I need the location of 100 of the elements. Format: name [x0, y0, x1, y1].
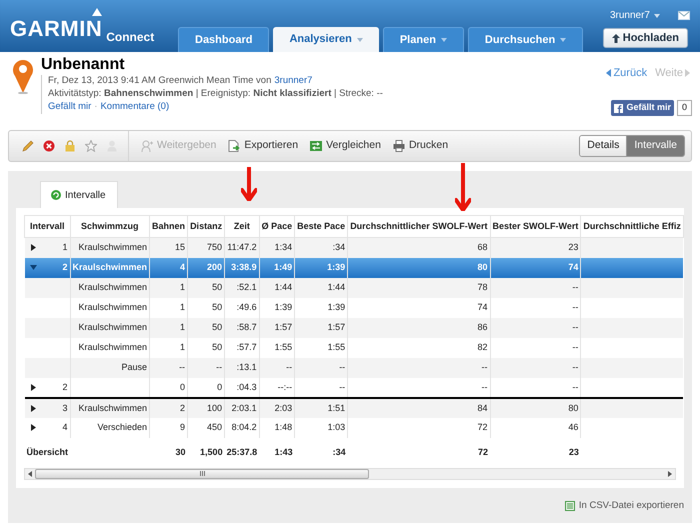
table-row[interactable]: Kraulschwimmen 1 50 :57.7 1:55 1:55 82 --: [24, 338, 684, 358]
table-cell: :58.7: [236, 322, 257, 332]
table-cell: 72: [478, 447, 488, 457]
table-cell: 1:43: [274, 447, 293, 457]
table-cell: Kraulschwimmen: [78, 302, 148, 312]
table-cell: 1: [180, 322, 186, 332]
table-cell: 68: [478, 242, 488, 252]
column-header[interactable]: Durchschnittlicher SWOLF-Wert: [348, 216, 490, 238]
table-cell: 2:03: [274, 402, 292, 412]
table-cell: 1,500: [200, 447, 223, 457]
table-cell: Verschieden: [98, 422, 148, 432]
table-cell: Pause: [122, 362, 148, 372]
delete-icon[interactable]: [43, 140, 55, 152]
right-arrow-icon: [668, 470, 672, 476]
table-cell: 2: [62, 262, 68, 273]
table-cell: 50: [212, 322, 222, 332]
csv-export-link[interactable]: In CSV-Datei exportieren: [564, 498, 684, 513]
table-row[interactable]: 1 Kraulschwimmen 15 750 11:47.2 1:34 :34 68 23: [24, 238, 684, 258]
expanded-arrow-icon: [30, 265, 36, 270]
facebook-icon: [614, 104, 624, 112]
horizontal-scrollbar[interactable]: [24, 468, 676, 480]
upload-button[interactable]: Hochladen: [602, 28, 688, 48]
table-cell: 0: [180, 382, 186, 392]
table-cell: 1: [62, 242, 68, 254]
table-row[interactable]: 2 Kraulschwimmen 4 200 3:38.9 1:49 1:39 80 74: [24, 258, 684, 278]
table-cell: 2: [180, 402, 186, 412]
table-cell: 86: [478, 322, 488, 332]
table-row[interactable]: Kraulschwimmen 1 50 :52.1 1:44 1:44 78 --: [24, 278, 684, 298]
table-cell: 8:04.2: [232, 422, 257, 432]
table-cell: 1:51: [328, 402, 346, 412]
toolbar-button[interactable]: Drucken: [392, 138, 448, 154]
table-cell: 2:03.1: [232, 402, 257, 412]
table-cell: --: [482, 382, 488, 392]
down-arrow-icon: [241, 167, 257, 201]
table-cell: --: [286, 362, 292, 372]
table-row[interactable]: 2 0 0 :04.3 --:-- -- -- --: [24, 378, 684, 398]
table-cell: 25:37.8: [226, 447, 258, 457]
triangle-icon: [92, 8, 102, 16]
table-cell: --: [572, 382, 578, 392]
left-arrow-icon: [606, 69, 612, 78]
toolbar-button[interactable]: Vergleichen: [310, 138, 381, 154]
nav-tab[interactable]: Durchsuchen: [468, 27, 584, 52]
table-cell: --: [482, 362, 488, 372]
table-cell: :52.1: [236, 282, 257, 292]
spreadsheet-icon: [564, 500, 575, 511]
table-cell: 1:48: [274, 422, 292, 432]
table-cell: 1:55: [274, 342, 292, 352]
table-cell: --: [216, 362, 222, 372]
table-cell: 78: [478, 282, 488, 292]
table-cell: 23: [568, 447, 579, 457]
star-icon[interactable]: [85, 140, 97, 152]
nav-tab[interactable]: Planen: [382, 27, 464, 52]
table-cell: 1:44: [274, 282, 292, 292]
table-cell: 3: [62, 402, 68, 414]
table-cell: :13.1: [236, 362, 257, 372]
table-cell: --: [339, 362, 346, 372]
table-cell: Kraulschwimmen: [78, 402, 148, 412]
left-arrow-icon: [28, 470, 32, 476]
table-row[interactable]: 3 Kraulschwimmen 2 100 2:03.1 2:03 1:51 84 80: [24, 398, 684, 418]
scrollbar-thumb[interactable]: [35, 468, 369, 478]
toolbar-button[interactable]: Exportieren: [228, 138, 298, 154]
table-cell: 74: [478, 302, 488, 312]
nav-tab[interactable]: Dashboard: [178, 27, 270, 52]
table-row[interactable]: Pause -- -- :13.1 -- -- -- --: [24, 358, 684, 378]
map-pin-icon: [12, 58, 34, 94]
table-cell: :49.6: [236, 302, 257, 312]
column-header[interactable]: Durchschnittliche Effiz: [580, 216, 684, 238]
author-link[interactable]: 3runner7: [274, 75, 312, 88]
view-toggle[interactable]: Details: [580, 136, 626, 156]
table-cell: :34: [332, 242, 346, 252]
table-cell: 750: [207, 242, 222, 252]
table-cell: 9: [180, 422, 186, 432]
table-cell: 46: [568, 422, 578, 432]
table-cell: Kraulschwimmen: [78, 242, 148, 252]
table-cell: :04.3: [236, 382, 257, 392]
collapsed-arrow-icon: [30, 404, 36, 412]
logo-subtext: Connect: [106, 31, 154, 43]
pencil-icon[interactable]: [22, 140, 34, 152]
table-cell: 30: [176, 447, 186, 457]
lock-icon[interactable]: [64, 140, 76, 152]
table-row[interactable]: Kraulschwimmen 1 50 :58.7 1:57 1:57 86 --: [24, 318, 684, 338]
nav-tab[interactable]: Analysieren: [273, 27, 379, 52]
user-menu[interactable]: 3runner7: [610, 8, 660, 23]
activity-link[interactable]: Kommentare (0): [100, 101, 170, 114]
table-cell: 82: [478, 342, 488, 352]
table-cell: 1: [180, 342, 186, 352]
people-icon: [141, 140, 153, 152]
collapsed-arrow-icon: [30, 384, 36, 390]
activity-link[interactable]: Gefällt mir: [48, 101, 92, 114]
refresh-icon: [51, 190, 61, 200]
table-row[interactable]: Kraulschwimmen 1 50 :49.6 1:39 1:39 74 --: [24, 298, 684, 318]
view-toggle[interactable]: Intervalle: [626, 136, 684, 156]
like-count: 0: [676, 100, 692, 116]
like-button[interactable]: Gefällt mir: [611, 100, 674, 116]
table-cell: 1:44: [328, 282, 346, 292]
table-cell: 450: [207, 422, 222, 432]
table-row[interactable]: 4 Verschieden 9 450 8:04.2 1:48 1:03 72 46: [24, 418, 684, 438]
panel-tab[interactable]: Intervalle: [40, 181, 118, 208]
column-header[interactable]: Intervall: [24, 216, 70, 238]
table-cell: :34: [332, 447, 346, 457]
